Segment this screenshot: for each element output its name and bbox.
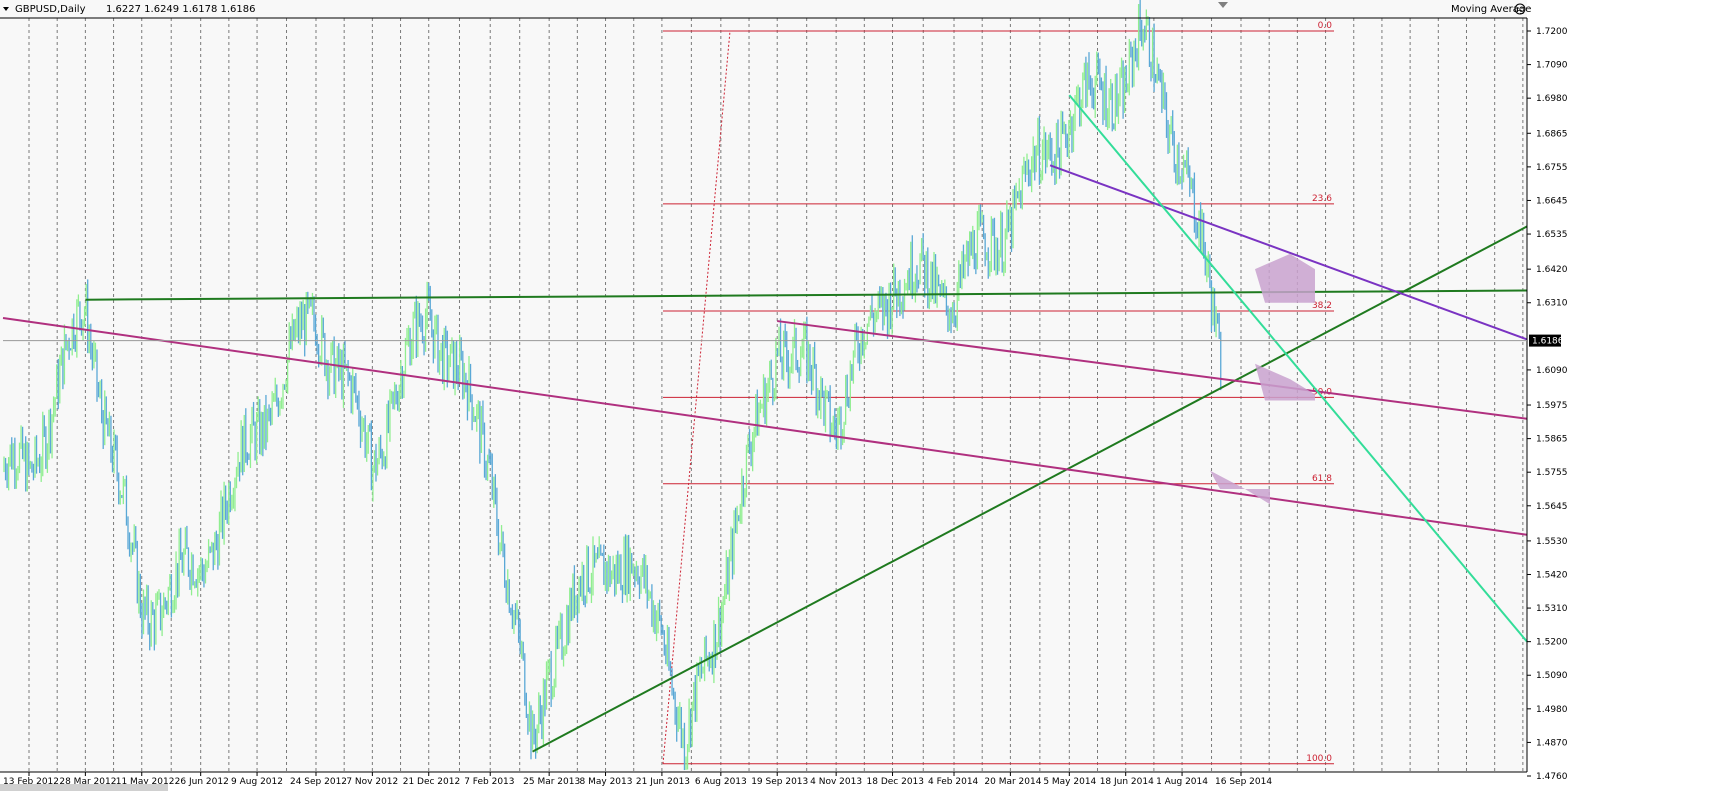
time-tick-label: 5 May 2014 bbox=[1043, 777, 1096, 787]
price-tick-label: 1.5530 bbox=[1536, 537, 1568, 547]
ohlc-label: 1.6227 1.6249 1.6178 1.6186 bbox=[106, 4, 256, 15]
symbol-label: GBPUSD,Daily bbox=[15, 4, 86, 15]
fib-level-label: 0.0 bbox=[1318, 21, 1333, 31]
time-tick-label: 19 Sep 2013 bbox=[751, 777, 808, 787]
fib-level-label: 61.8 bbox=[1312, 474, 1332, 484]
time-tick-label: 26 Jun 2012 bbox=[175, 777, 229, 787]
price-tick-label: 1.5865 bbox=[1536, 435, 1568, 445]
time-tick-label: 4 Feb 2014 bbox=[928, 777, 979, 787]
price-tick-label: 1.6090 bbox=[1536, 366, 1568, 376]
time-tick-label: 1 Aug 2014 bbox=[1156, 777, 1208, 787]
price-tick-label: 1.4870 bbox=[1536, 738, 1568, 748]
price-tick-label: 1.5645 bbox=[1536, 502, 1568, 512]
time-tick-label: 16 Sep 2014 bbox=[1215, 777, 1272, 787]
price-tick-label: 1.6755 bbox=[1536, 163, 1568, 173]
time-tick-label: 8 May 2013 bbox=[580, 777, 633, 787]
price-tick-label: 1.6865 bbox=[1536, 129, 1568, 139]
price-tick-label: 1.5420 bbox=[1536, 570, 1568, 580]
price-tick-label: 1.7090 bbox=[1536, 61, 1568, 71]
last-price-label: 1.6186 bbox=[1532, 337, 1564, 347]
price-tick-label: 1.6980 bbox=[1536, 94, 1568, 104]
price-tick-label: 1.5090 bbox=[1536, 671, 1568, 681]
price-tick-label: 1.6535 bbox=[1536, 230, 1568, 240]
chart-window[interactable]: 0.023.638.250.061.8100.0 1.72001.70901.6… bbox=[0, 0, 1730, 791]
time-tick-label: 18 Dec 2013 bbox=[867, 777, 925, 787]
time-tick-label: 21 Jun 2013 bbox=[636, 777, 690, 787]
time-tick-label: 9 Aug 2012 bbox=[231, 777, 283, 787]
time-tick-label: 25 Mar 2013 bbox=[523, 777, 580, 787]
time-tick-label: 7 Nov 2012 bbox=[346, 777, 398, 787]
price-tick-label: 1.4760 bbox=[1536, 772, 1568, 782]
price-tick-label: 1.5200 bbox=[1536, 638, 1568, 648]
price-tick-label: 1.6420 bbox=[1536, 265, 1568, 275]
time-tick-label: 18 Jun 2014 bbox=[1100, 777, 1154, 787]
time-tick-label: 24 Sep 2012 bbox=[290, 777, 347, 787]
price-tick-label: 1.7200 bbox=[1536, 27, 1568, 37]
price-tick-label: 1.4980 bbox=[1536, 705, 1568, 715]
fib-level-label: 100.0 bbox=[1306, 754, 1332, 764]
time-tick-label: 7 Feb 2013 bbox=[464, 777, 514, 787]
indicator-label[interactable]: Moving Average bbox=[1451, 4, 1531, 15]
scrollbar[interactable] bbox=[0, 784, 168, 791]
price-tick-label: 1.5755 bbox=[1536, 468, 1568, 478]
time-tick-label: 4 Nov 2013 bbox=[810, 777, 862, 787]
time-tick-label: 21 Dec 2012 bbox=[403, 777, 461, 787]
fib-level-label: 23.6 bbox=[1312, 194, 1332, 204]
price-chart[interactable]: 0.023.638.250.061.8100.0 1.72001.70901.6… bbox=[0, 0, 1730, 791]
price-tick-label: 1.6310 bbox=[1536, 299, 1568, 309]
price-tick-label: 1.5975 bbox=[1536, 401, 1568, 411]
time-tick-label: 6 Aug 2013 bbox=[695, 777, 747, 787]
price-tick-label: 1.6645 bbox=[1536, 196, 1568, 206]
chart-background bbox=[0, 0, 1730, 791]
time-tick-label: 20 Mar 2014 bbox=[984, 777, 1041, 787]
price-tick-label: 1.5310 bbox=[1536, 604, 1568, 614]
